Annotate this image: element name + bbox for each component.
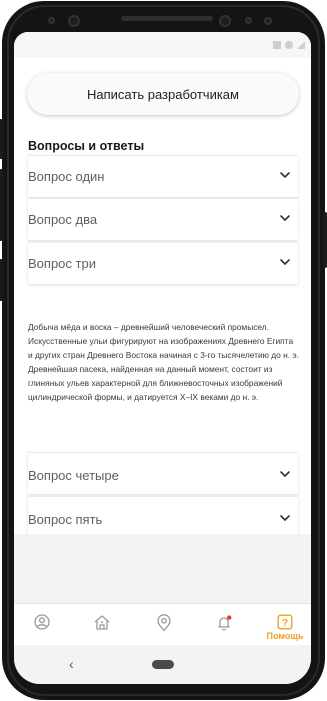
system-back-button[interactable]: ‹ (69, 656, 74, 672)
status-bar (14, 32, 311, 58)
content-background (14, 534, 311, 603)
status-signal-icon (297, 41, 305, 49)
faq-answer-text: Добыча мёда и воска – древнейший человеч… (28, 322, 299, 403)
nav-map[interactable] (153, 604, 175, 646)
faq-item-1[interactable]: Вопрос один (28, 155, 298, 197)
faq-item-2[interactable]: Вопрос два (28, 198, 298, 240)
nav-profile[interactable] (31, 604, 53, 646)
sensor (48, 17, 55, 24)
home-icon (94, 615, 110, 630)
sensor-right (245, 17, 252, 24)
nav-notifications[interactable] (213, 604, 235, 646)
location-pin-icon (157, 614, 171, 632)
chevron-down-icon (280, 215, 290, 221)
faq-item-5[interactable]: Вопрос пять (28, 496, 298, 538)
chevron-down-icon (280, 172, 290, 178)
status-circle-icon (285, 41, 293, 49)
volume-button-left (0, 119, 3, 159)
status-square-icon (273, 41, 281, 49)
side-button-right (323, 212, 327, 268)
front-camera (68, 15, 80, 27)
faq-item-label: Вопрос три (28, 256, 96, 271)
faq-title: Вопросы и ответы (28, 139, 145, 153)
help-content: Написать разработчикам Вопросы и ответы … (14, 58, 311, 538)
faq-item-label: Вопрос пять (28, 512, 103, 527)
system-navigation-bar: ‹ (14, 645, 311, 684)
contact-developers-button[interactable]: Написать разработчикам (27, 73, 299, 115)
chevron-down-icon (280, 259, 290, 265)
nav-help-label: Помощь (266, 631, 304, 641)
bottom-navigation: ? Помощь (14, 603, 311, 645)
screen: Написать разработчикам Вопросы и ответы … (14, 32, 311, 684)
faq-item-label: Вопрос один (28, 169, 105, 184)
system-home-button[interactable] (152, 660, 174, 669)
chevron-down-icon (280, 471, 290, 477)
nav-home[interactable] (91, 604, 113, 646)
nav-help[interactable]: ? Помощь (262, 604, 308, 646)
sensor-far-right (264, 17, 272, 25)
side-button-left (0, 259, 3, 301)
bell-icon (218, 615, 232, 631)
faq-item-3[interactable]: Вопрос три (28, 242, 298, 284)
selfie-camera (219, 15, 231, 27)
chevron-down-icon (280, 515, 290, 521)
earpiece-speaker (121, 16, 213, 21)
help-icon: ? (277, 614, 293, 630)
power-button-left (0, 169, 3, 241)
faq-item-label: Вопрос два (28, 212, 98, 227)
profile-icon (34, 614, 50, 630)
faq-item-4[interactable]: Вопрос четыре (28, 452, 298, 494)
help-icon-glyph: ? (282, 617, 288, 629)
faq-item-label: Вопрос четыре (28, 468, 119, 483)
